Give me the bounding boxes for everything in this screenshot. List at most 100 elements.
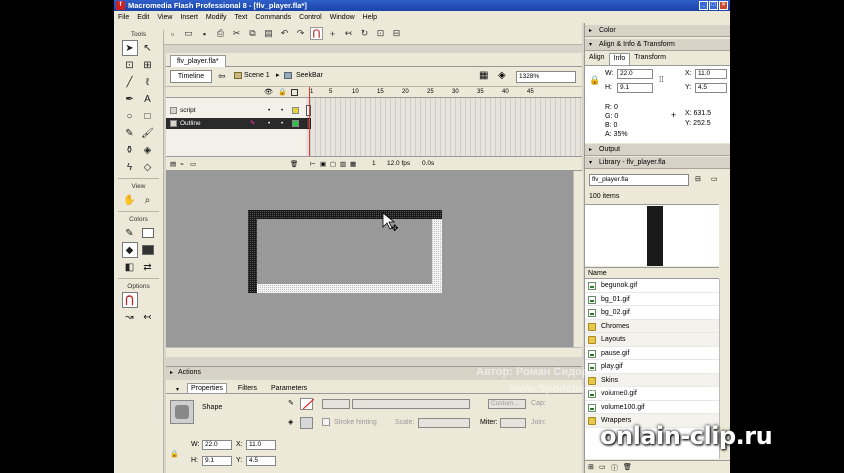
fill-swatch-icon[interactable] (141, 245, 154, 255)
library-item[interactable]: bg_02.gif (585, 306, 719, 320)
snap-magnet-icon[interactable]: ⋂ (310, 27, 323, 40)
scale-icon[interactable]: ⊡ (374, 27, 387, 40)
hand-tool-icon[interactable]: ✋ (122, 192, 138, 208)
layer-color-swatch[interactable] (292, 107, 299, 114)
zoom-tool-icon[interactable]: ⌕ (140, 192, 156, 208)
paste-icon[interactable]: ▤ (262, 27, 275, 40)
menu-view[interactable]: View (157, 14, 172, 21)
info-w-input[interactable]: 22.0 (617, 69, 653, 79)
timeline-toggle-button[interactable]: Timeline (170, 70, 212, 83)
fill-transform-tool-icon[interactable]: ⊞ (140, 57, 156, 73)
menu-window[interactable]: Window (330, 14, 355, 21)
zoom-select[interactable]: 1328% (516, 71, 576, 83)
lock-dot[interactable]: • (281, 118, 283, 129)
rotate-icon[interactable]: ↻ (358, 27, 371, 40)
save-icon[interactable]: ▪ (198, 27, 211, 40)
layer-color-swatch[interactable] (292, 120, 299, 127)
text-tool-icon[interactable]: A (140, 91, 156, 107)
output-panel-header[interactable]: ▸ Output (585, 144, 730, 156)
menu-modify[interactable]: Modify (206, 14, 227, 21)
pen-tool-icon[interactable]: ✒ (122, 91, 138, 107)
prop-h-input[interactable]: 9.1 (202, 456, 232, 466)
tab-filters[interactable]: Filters (235, 384, 260, 393)
copy-icon[interactable]: ⧉ (246, 27, 259, 40)
align-info-header[interactable]: ▾ Align & Info & Transform (585, 39, 730, 51)
menu-commands[interactable]: Commands (255, 14, 291, 21)
new-folder-icon[interactable]: ▭ (599, 463, 606, 471)
pin-library-icon[interactable]: ⊟ (695, 175, 701, 183)
center-frame-icon[interactable]: ⊢ (310, 160, 316, 168)
library-folder[interactable]: Chromes (585, 319, 719, 333)
insert-layer-icon[interactable]: ▤ (170, 160, 176, 168)
lasso-tool-icon[interactable]: ℓ (140, 74, 156, 90)
onion-markers-icon[interactable]: ▦ (350, 160, 356, 168)
redo-icon[interactable]: ↷ (294, 27, 307, 40)
fill-color-swatch[interactable] (300, 417, 313, 429)
visible-dot[interactable]: • (268, 118, 270, 129)
undo-icon[interactable]: ↶ (278, 27, 291, 40)
scene-label[interactable]: Scene 1 (244, 72, 270, 79)
frame-ruler[interactable]: 1 5 10 15 20 25 30 35 40 45 (306, 87, 582, 98)
stage-vertical-scrollbar[interactable] (573, 171, 583, 347)
stroke-height-input[interactable] (322, 399, 350, 409)
ink-bottle-tool-icon[interactable]: ⚱ (122, 142, 138, 158)
scale-select[interactable] (418, 418, 470, 428)
prop-w-input[interactable]: 22.0 (202, 440, 232, 450)
cut-icon[interactable]: ✂ (230, 27, 243, 40)
subselection-tool-icon[interactable]: ↖ (140, 40, 156, 56)
menu-text[interactable]: Text (235, 14, 248, 21)
document-tab[interactable]: flv_player.fla* (170, 55, 226, 67)
info-h-input[interactable]: 9.1 (617, 83, 653, 93)
info-y-input[interactable]: 4.5 (695, 83, 727, 93)
stage-area[interactable]: ✥ (166, 171, 582, 355)
stage-horizontal-scrollbar[interactable] (166, 347, 582, 357)
new-symbol-icon[interactable]: ⊞ (588, 463, 594, 471)
tab-parameters[interactable]: Parameters (268, 384, 310, 393)
stroke-color-icon[interactable]: ✎ (122, 225, 138, 241)
print-icon[interactable]: ⎙ (214, 27, 227, 40)
black-white-icon[interactable]: ◧ (122, 259, 138, 275)
tab-info[interactable]: Info (608, 53, 631, 65)
prop-y-input[interactable]: 4.5 (246, 456, 276, 466)
edit-symbols-icon[interactable]: ◈ (498, 70, 506, 81)
snap-to-objects-icon[interactable]: ⋂ (121, 292, 138, 308)
restore-button[interactable]: □ (709, 1, 718, 10)
lock-dot[interactable]: • (281, 105, 283, 116)
lock-icon[interactable]: 🔒 (278, 88, 287, 96)
library-folder[interactable]: Layouts (585, 333, 719, 347)
menu-file[interactable]: File (118, 14, 129, 21)
smooth-icon[interactable]: + (326, 27, 339, 40)
library-item[interactable]: pause.gif (585, 347, 719, 360)
edit-multiple-icon[interactable]: ▥ (340, 160, 346, 168)
straighten-option-icon[interactable]: ↢ (140, 309, 156, 325)
onion-outline-icon[interactable]: ▢ (330, 160, 336, 168)
tab-transform[interactable]: Transform (630, 53, 670, 65)
free-transform-tool-icon[interactable]: ⊡ (122, 57, 138, 73)
swap-colors-icon[interactable]: ⇄ (140, 259, 156, 275)
paint-bucket-tool-icon[interactable]: ◈ (140, 142, 156, 158)
brush-tool-icon[interactable]: 🖌 (140, 125, 156, 141)
onion-skin-icon[interactable]: ▣ (320, 160, 326, 168)
close-button[interactable]: × (719, 1, 728, 10)
selection-tool-icon[interactable]: ➤ (121, 40, 138, 56)
library-item[interactable]: play.gif (585, 360, 719, 374)
new-icon[interactable]: ▫ (166, 27, 179, 40)
straighten-icon[interactable]: ↢ (342, 27, 355, 40)
library-item[interactable]: bg_01.gif (585, 293, 719, 306)
frame-rate[interactable]: 12.0 fps (387, 160, 410, 167)
insert-folder-icon[interactable]: ▭ (190, 160, 196, 168)
stroke-hinting-checkbox[interactable] (322, 418, 330, 426)
eraser-tool-icon[interactable]: ◇ (140, 159, 156, 175)
align-icon[interactable]: ⊟ (390, 27, 403, 40)
open-icon[interactable]: ▭ (182, 27, 195, 40)
tab-properties[interactable]: Properties (187, 383, 227, 393)
rectangle-tool-icon[interactable]: □ (140, 108, 156, 124)
layer-script[interactable]: script • • (166, 105, 306, 116)
library-item[interactable]: begunok.gif (585, 279, 719, 293)
prop-x-input[interactable]: 11.0 (246, 440, 276, 450)
fill-color-icon[interactable]: ◆ (121, 242, 138, 258)
library-column-header[interactable]: Name (585, 267, 719, 279)
oval-tool-icon[interactable]: ○ (122, 108, 138, 124)
new-library-icon[interactable]: ▭ (711, 175, 718, 183)
info-x-input[interactable]: 11.0 (695, 69, 727, 79)
